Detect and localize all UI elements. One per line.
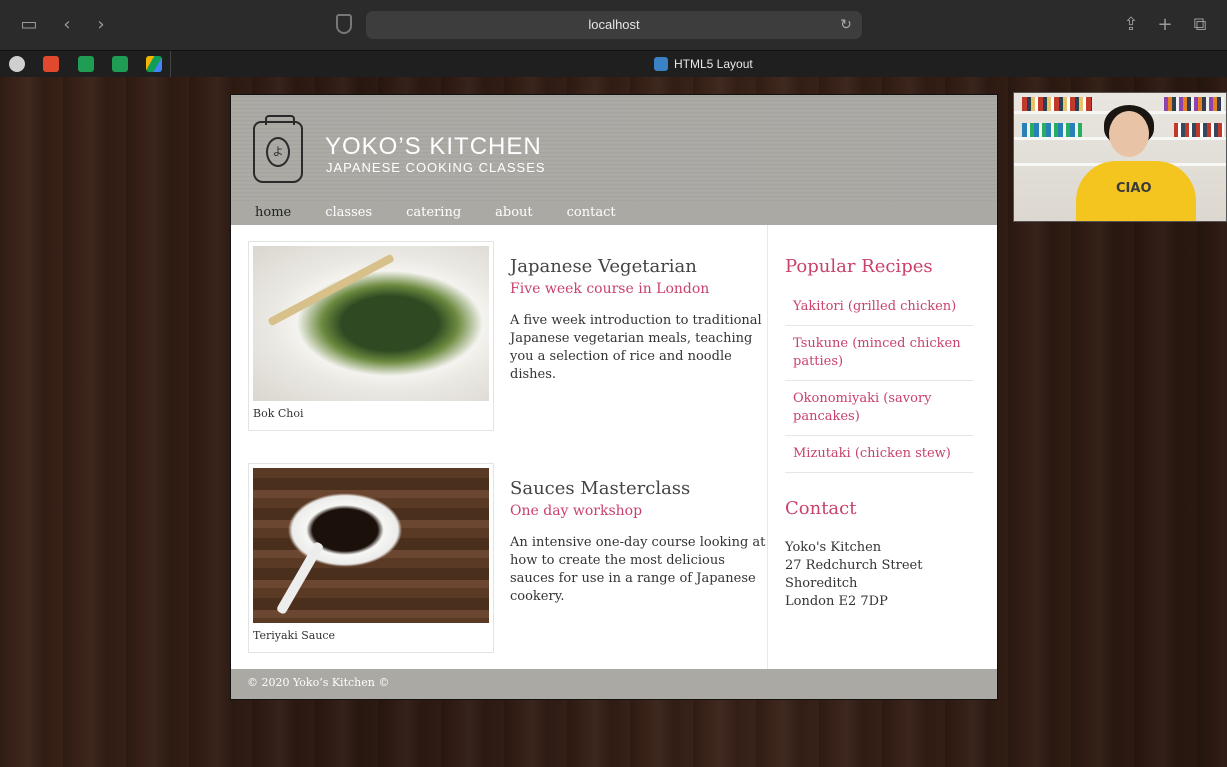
office-bookmark-icon[interactable] [43, 56, 59, 72]
nav-classes[interactable]: classes [325, 201, 372, 225]
teriyaki-sauce-photo [253, 468, 489, 623]
contact-heading: Contact [785, 498, 857, 519]
bookshelf [1022, 123, 1082, 137]
course-figure: Teriyaki Sauce [248, 463, 494, 653]
figure-caption: Bok Choi [253, 407, 304, 420]
masthead: よ YOKO’S KITCHEN JAPANESE COOKING CLASSE… [231, 95, 997, 201]
webcam-overlay[interactable]: CIAO [1013, 92, 1227, 222]
bookshelf [1164, 97, 1224, 111]
url-text: localhost [588, 17, 640, 32]
bookshelf [1022, 97, 1092, 111]
course-description: An intensive one-day course looking at h… [510, 535, 766, 604]
address-line: Yoko's Kitchen [785, 540, 882, 555]
bookshelf [1174, 123, 1224, 137]
tab-favicon-icon [654, 57, 668, 71]
browser-toolbar: ▭ ‹ › localhost ↻ ⇪ + ⧉ [0, 0, 1227, 50]
apple-bookmark-icon[interactable] [9, 56, 25, 72]
presenter [1109, 111, 1149, 157]
new-tab-icon[interactable]: + [1153, 13, 1177, 37]
course-title: Japanese Vegetarian [510, 256, 697, 277]
address-line: 27 Redchurch Street [785, 558, 923, 573]
logo-icon[interactable]: よ [253, 115, 303, 183]
shirt-text: CIAO [1116, 181, 1152, 196]
figure-caption: Teriyaki Sauce [253, 629, 336, 642]
sidebar: Popular Recipes Yakitori (grilled chicke… [767, 225, 997, 669]
back-icon[interactable]: ‹ [55, 13, 79, 37]
nav-home[interactable]: home [255, 201, 291, 225]
logo-glyph: よ [266, 137, 290, 167]
forward-icon[interactable]: › [89, 13, 113, 37]
brand-title: YOKO’S KITCHEN [325, 133, 542, 160]
recipe-link[interactable]: Mizutaki (chicken stew) [785, 436, 973, 473]
course-description: A five week introduction to traditional … [510, 313, 762, 382]
course-subtitle: One day workshop [510, 503, 643, 519]
page-footer: © 2020 Yoko’s Kitchen © [231, 669, 997, 699]
address-bar[interactable]: localhost ↻ [366, 11, 862, 39]
recipe-list: Yakitori (grilled chicken) Tsukune (minc… [785, 289, 973, 473]
course-title: Sauces Masterclass [510, 478, 691, 499]
contact-address: Yoko's Kitchen 27 Redchurch Street Shore… [785, 539, 922, 611]
recipe-link[interactable]: Okonomiyaki (savory pancakes) [785, 381, 973, 436]
bok-choi-photo [253, 246, 489, 401]
course-subtitle: Five week course in London [510, 281, 710, 297]
drive-bookmark-icon[interactable] [146, 56, 162, 72]
sheets-bookmark-icon[interactable] [78, 56, 94, 72]
nav-catering[interactable]: catering [406, 201, 461, 225]
recipes-heading: Popular Recipes [785, 256, 933, 277]
nav-about[interactable]: about [495, 201, 533, 225]
reload-icon[interactable]: ↻ [836, 15, 856, 35]
footer-copyright: © 2020 Yoko’s Kitchen © [247, 676, 390, 689]
brand-subtitle: JAPANESE COOKING CLASSES [326, 160, 546, 175]
tab-title: HTML5 Layout [674, 57, 753, 71]
nav-contact[interactable]: contact [567, 201, 616, 225]
sheets-bookmark-2-icon[interactable] [112, 56, 128, 72]
address-line: Shoreditch [785, 576, 858, 591]
address-line: London E2 7DP [785, 594, 888, 609]
main-content: Bok Choi Japanese Vegetarian Five week c… [231, 225, 767, 669]
share-icon[interactable]: ⇪ [1119, 13, 1143, 37]
main-nav: home classes catering about contact [231, 201, 997, 225]
course-figure: Bok Choi [248, 241, 494, 431]
tab-bar: HTML5 Layout [0, 50, 1227, 77]
active-tab[interactable]: HTML5 Layout [654, 55, 753, 73]
privacy-shield-icon[interactable] [336, 14, 352, 34]
web-page: よ YOKO’S KITCHEN JAPANESE COOKING CLASSE… [230, 94, 998, 700]
recipe-link[interactable]: Tsukune (minced chicken patties) [785, 326, 973, 381]
tab-overview-icon[interactable]: ⧉ [1188, 13, 1212, 37]
sidebar-toggle-icon[interactable]: ▭ [17, 13, 41, 37]
recipe-link[interactable]: Yakitori (grilled chicken) [785, 289, 973, 326]
